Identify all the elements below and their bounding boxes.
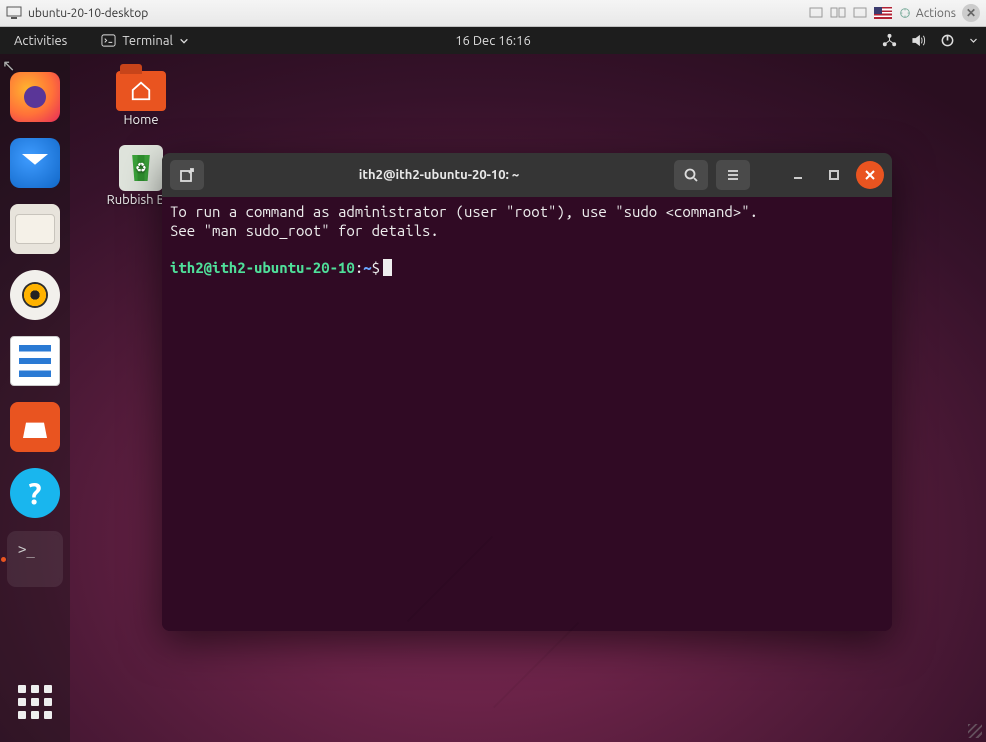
monitor-icon — [6, 5, 22, 21]
close-button[interactable] — [856, 161, 884, 189]
text-cursor-icon — [383, 259, 392, 276]
hamburger-icon — [725, 167, 741, 183]
network-icon — [882, 33, 897, 48]
prompt-path: ~ — [363, 259, 371, 276]
dock: ? — [0, 54, 70, 742]
search-button[interactable] — [674, 160, 708, 190]
vm-display-icon-3[interactable] — [852, 5, 868, 21]
dock-app-software[interactable] — [10, 402, 60, 452]
desktop-icon-home[interactable]: Home — [100, 71, 182, 127]
dock-app-help[interactable]: ? — [10, 468, 60, 518]
show-applications-button[interactable] — [13, 680, 57, 724]
new-tab-button[interactable] — [170, 160, 204, 190]
dock-app-thunderbird[interactable] — [10, 138, 60, 188]
activities-button[interactable]: Activities — [8, 32, 73, 50]
app-menu[interactable]: Terminal — [101, 33, 189, 48]
dock-app-firefox[interactable] — [10, 72, 60, 122]
terminal-body[interactable]: To run a command as administrator (user … — [162, 197, 892, 631]
terminal-motd-line: See "man sudo_root" for details. — [170, 222, 439, 239]
gnome-topbar: Activities Terminal 16 Dec 16:16 — [0, 27, 986, 54]
dock-app-writer[interactable] — [10, 336, 60, 386]
new-tab-icon — [179, 167, 195, 183]
minimize-button[interactable] — [784, 161, 812, 189]
close-icon — [864, 169, 876, 181]
vm-display-icon-1[interactable] — [808, 5, 824, 21]
clock[interactable]: 16 Dec 16:16 — [455, 34, 531, 48]
chevron-down-icon — [969, 36, 978, 45]
dock-app-terminal[interactable] — [10, 534, 60, 584]
dock-app-files[interactable] — [10, 204, 60, 254]
volume-icon — [911, 33, 926, 48]
app-menu-label: Terminal — [122, 34, 173, 48]
terminal-window: ith2@ith2-ubuntu-20-10: ~ To run a comma… — [162, 153, 892, 631]
menu-button[interactable] — [716, 160, 750, 190]
minimize-icon — [792, 169, 804, 181]
vm-close-button[interactable]: ✕ — [962, 4, 980, 22]
dock-app-rhythmbox[interactable] — [10, 270, 60, 320]
desktop-icon-label: Home — [123, 113, 158, 127]
prompt-sep: : — [355, 259, 363, 276]
flag-icon[interactable] — [874, 7, 892, 19]
chevron-down-icon — [179, 36, 189, 46]
folder-icon — [116, 71, 166, 111]
power-icon — [940, 33, 955, 48]
resize-grip-icon[interactable] — [968, 724, 982, 738]
desktop-screen: ↖ Activities Terminal 16 Dec 16:16 ? — [0, 27, 986, 742]
prompt-userhost: ith2@ith2-ubuntu-20-10 — [170, 259, 355, 276]
maximize-button[interactable] — [820, 161, 848, 189]
vm-actions[interactable]: Actions — [898, 6, 956, 20]
terminal-icon — [101, 33, 116, 48]
vm-title: ubuntu-20-10-desktop — [28, 7, 148, 20]
trash-icon — [119, 145, 163, 191]
vm-titlebar: ubuntu-20-10-desktop Actions ✕ — [0, 0, 986, 27]
prompt-symbol: $ — [372, 259, 380, 276]
terminal-motd-line: To run a command as administrator (user … — [170, 203, 758, 220]
terminal-titlebar[interactable]: ith2@ith2-ubuntu-20-10: ~ — [162, 153, 892, 197]
vm-actions-label: Actions — [916, 7, 956, 20]
vm-display-icon-2[interactable] — [830, 5, 846, 21]
terminal-title: ith2@ith2-ubuntu-20-10: ~ — [212, 168, 666, 182]
home-icon — [116, 71, 166, 111]
maximize-icon — [828, 169, 840, 181]
system-tray[interactable] — [882, 33, 978, 48]
search-icon — [683, 167, 699, 183]
running-indicator-icon — [1, 557, 6, 562]
